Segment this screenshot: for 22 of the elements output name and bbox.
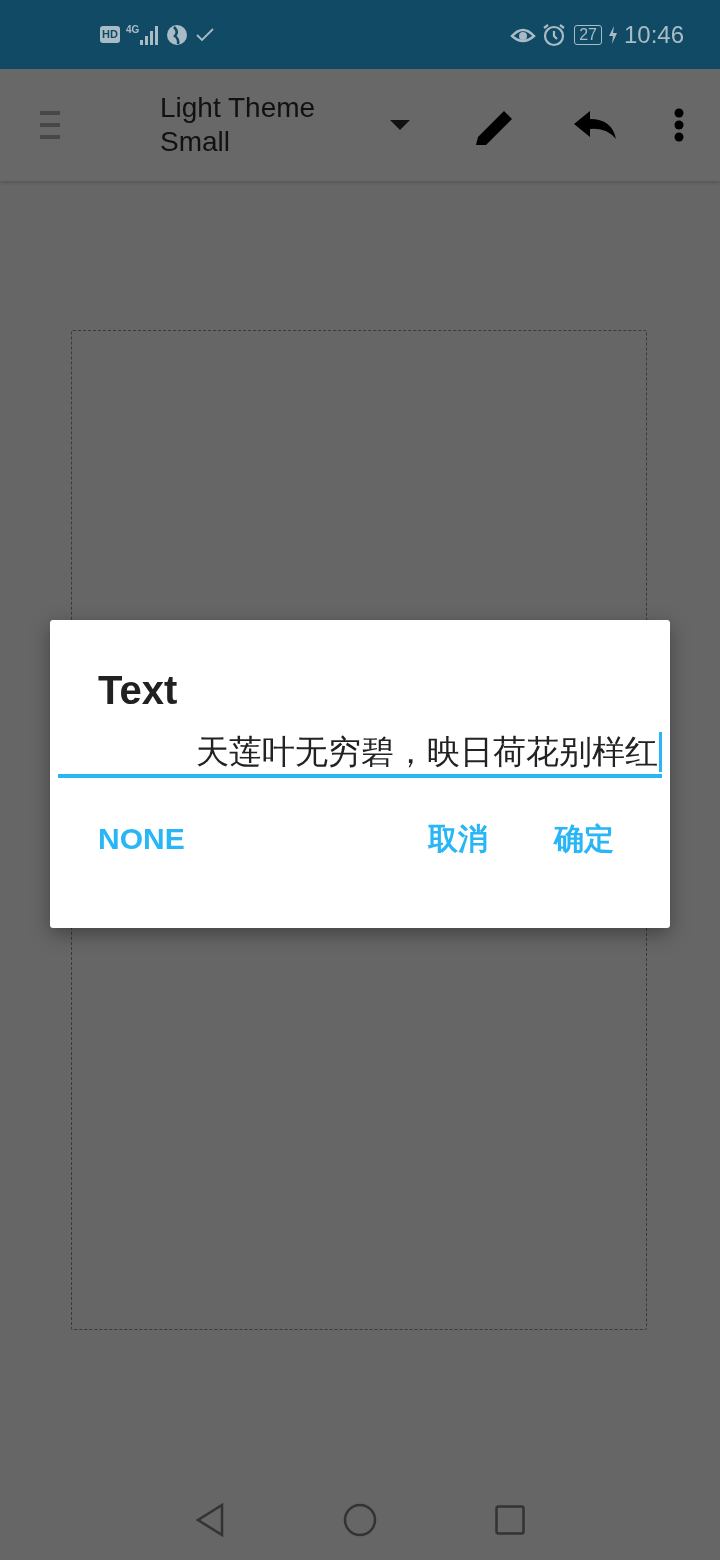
check-icon xyxy=(196,27,215,42)
more-icon[interactable] xyxy=(674,108,684,142)
network-label: 4G xyxy=(125,23,140,37)
hd-icon: HD xyxy=(100,26,120,43)
charging-icon xyxy=(607,25,618,44)
alarm-icon xyxy=(542,22,567,47)
ok-button[interactable]: 确定 xyxy=(554,816,614,861)
signal-icon xyxy=(140,24,161,45)
none-button[interactable]: NONE xyxy=(98,816,185,861)
home-icon[interactable] xyxy=(343,1503,377,1537)
recents-icon[interactable] xyxy=(495,1505,525,1535)
cancel-button[interactable]: 取消 xyxy=(428,816,488,861)
dialog-title: Text xyxy=(98,667,178,714)
clock-time: 10:46 xyxy=(623,19,684,50)
menu-icon[interactable] xyxy=(40,111,60,139)
text-field[interactable]: 天莲叶无穷碧，映日荷花别样红 xyxy=(58,730,662,778)
battery-indicator: 27 xyxy=(574,24,602,45)
theme-dropdown[interactable]: Light Theme Small xyxy=(160,91,410,159)
reply-icon[interactable] xyxy=(574,111,616,139)
back-icon[interactable] xyxy=(195,1503,225,1537)
caret-icon xyxy=(390,120,410,130)
globe-icon xyxy=(166,23,189,46)
